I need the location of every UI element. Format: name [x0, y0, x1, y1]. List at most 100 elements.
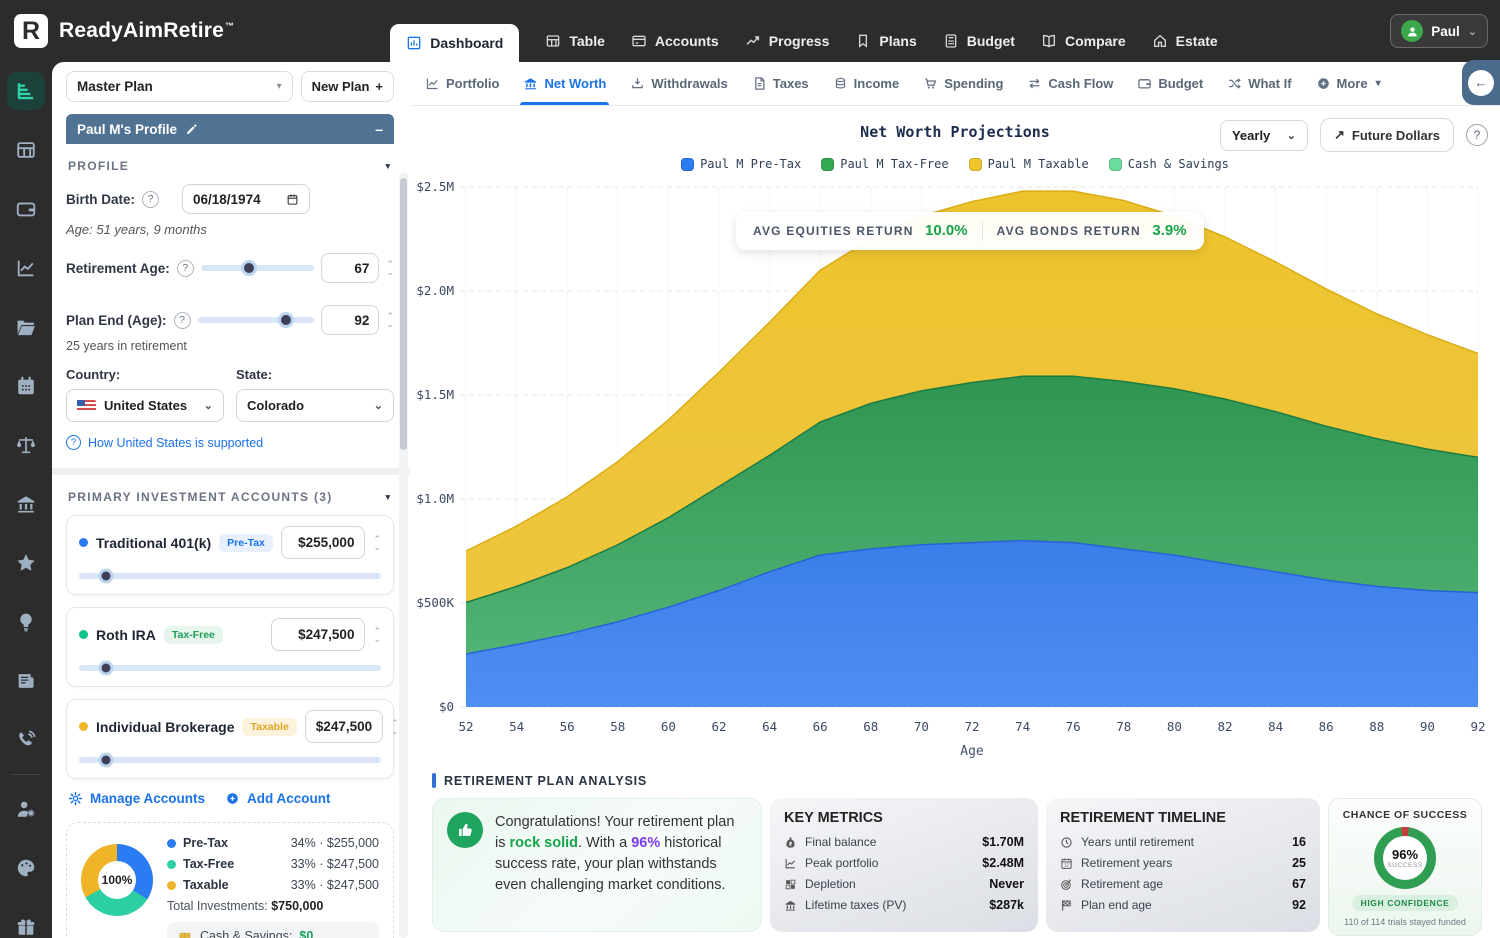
subnav-item[interactable]: Income [833, 62, 900, 105]
nav-tab[interactable]: Plans [855, 33, 916, 49]
section-caret-icon[interactable]: ▼ [384, 492, 392, 502]
plan-end-input[interactable]: 92 [321, 305, 379, 335]
subnav-item[interactable]: Spending [923, 62, 1003, 105]
stepper[interactable]: ⌃⌄ [373, 627, 381, 643]
subnav-item-icon [425, 76, 440, 91]
slider-thumb[interactable] [99, 569, 114, 584]
metric-row: Plan end age 92 [1060, 898, 1306, 912]
subnav-item[interactable]: Budget [1137, 62, 1203, 105]
account-value-input[interactable]: $255,000 [281, 526, 366, 559]
period-select[interactable]: Yearly ⌄ [1220, 120, 1308, 151]
user-menu-button[interactable]: Paul ⌄ [1390, 14, 1488, 48]
subnav-item[interactable]: What If [1227, 62, 1291, 105]
help-icon[interactable]: ? [1466, 124, 1488, 146]
plan-end-slider[interactable] [198, 317, 315, 323]
rail-item-tips[interactable] [7, 603, 45, 641]
svg-text:$2.5M: $2.5M [416, 179, 454, 194]
chevron-down-icon[interactable]: ⌄ [386, 268, 394, 276]
slider-thumb[interactable] [99, 753, 114, 768]
profile-section-title: PROFILE [68, 159, 129, 173]
nav-tab[interactable]: Table [545, 33, 605, 49]
chart-legend-item[interactable]: Cash & Savings [1109, 157, 1229, 171]
chevron-down-icon[interactable]: ⌄ [373, 543, 381, 551]
nav-tab[interactable]: Estate [1152, 33, 1218, 49]
new-plan-button[interactable]: New Plan + [301, 71, 394, 102]
rail-item-legal[interactable] [7, 426, 45, 464]
subnav-item[interactable]: Taxes [752, 62, 809, 105]
rail-item-table[interactable] [7, 131, 45, 169]
chart-legend-item[interactable]: Paul M Taxable [969, 157, 1089, 171]
top-header: R ReadyAimRetire™ Dashboard Table Accoun… [0, 0, 1500, 62]
account-slider[interactable] [79, 665, 381, 671]
stepper[interactable]: ⌃⌄ [386, 312, 394, 328]
stepper[interactable]: ⌃⌄ [373, 535, 381, 551]
net-worth-area-chart[interactable]: $0$500K$1.0M$1.5M$2.0M$2.5M5254565860626… [412, 177, 1498, 763]
help-icon[interactable]: ? [177, 260, 194, 277]
subnav-item[interactable]: Portfolio [425, 62, 499, 105]
birth-date-input[interactable]: 06/18/1974 [182, 184, 310, 214]
stepper[interactable]: ⌃⌄ [391, 719, 399, 735]
subnav-item[interactable]: Net Worth [523, 62, 606, 105]
edit-pencil-icon[interactable] [185, 123, 198, 136]
add-account-link[interactable]: Add Account [225, 791, 331, 806]
country-support-link[interactable]: ? How United States is supported [66, 435, 394, 450]
subnav-item-more[interactable]: More ▾ [1316, 62, 1381, 105]
rail-item-performance[interactable] [7, 249, 45, 287]
nav-tab[interactable]: Budget [943, 33, 1015, 49]
back-arrow-icon: ← [1468, 70, 1494, 96]
help-icon[interactable]: ? [174, 312, 191, 329]
chart-legend-item[interactable]: Paul M Pre-Tax [681, 157, 801, 171]
country-select[interactable]: United States ⌄ [66, 389, 224, 422]
svg-text:88: 88 [1369, 719, 1384, 734]
slider-thumb[interactable] [278, 312, 294, 328]
legend-detail: 33% · $247,500 [291, 878, 379, 892]
chevron-down-icon[interactable]: ⌄ [386, 320, 394, 328]
account-value-input[interactable]: $247,500 [305, 710, 383, 743]
chart-legend-item[interactable]: Paul M Tax-Free [821, 157, 948, 171]
account-value-input[interactable]: $247,500 [271, 618, 365, 651]
nav-tab[interactable]: Dashboard [390, 24, 519, 62]
cash-savings-label: Cash & Savings: [200, 929, 292, 938]
slider-thumb[interactable] [241, 260, 257, 276]
plan-select[interactable]: Master Plan ▾ [66, 71, 293, 102]
section-caret-icon[interactable]: ▼ [384, 161, 392, 171]
rail-item-appearance[interactable] [7, 849, 45, 887]
rail-item-calendar[interactable] [7, 367, 45, 405]
rail-item-wallet[interactable] [7, 190, 45, 228]
retirement-age-slider[interactable] [201, 265, 315, 271]
help-icon: ? [66, 435, 81, 450]
rail-item-dashboard[interactable] [7, 72, 45, 110]
rail-item-favorites[interactable] [7, 544, 45, 582]
nav-tab[interactable]: Compare [1041, 33, 1126, 49]
help-icon[interactable]: ? [142, 191, 159, 208]
profile-card-header[interactable]: Paul M's Profile – [66, 114, 394, 144]
scrollbar-thumb[interactable] [400, 178, 407, 450]
account-name: Traditional 401(k) [96, 535, 211, 551]
rail-item-rewards[interactable] [7, 908, 45, 938]
future-dollars-button[interactable]: ↗ Future Dollars [1320, 118, 1454, 152]
rail-item-contact[interactable] [7, 721, 45, 759]
panel-scrollbar[interactable] [399, 172, 408, 938]
nav-tab[interactable]: Accounts [631, 33, 719, 49]
rail-item-account-settings[interactable] [7, 790, 45, 828]
manage-accounts-link[interactable]: Manage Accounts [68, 791, 205, 806]
stepper[interactable]: ⌃⌄ [386, 260, 394, 276]
app-window: R ReadyAimRetire™ Dashboard Table Accoun… [0, 0, 1500, 938]
rail-item-files[interactable] [7, 308, 45, 346]
rail-item-news[interactable] [7, 662, 45, 700]
subnav-item[interactable]: Withdrawals [630, 62, 727, 105]
subnav-item[interactable]: Cash Flow [1027, 62, 1113, 105]
retirement-age-input[interactable]: 67 [321, 253, 379, 283]
chevron-down-icon[interactable]: ⌄ [391, 727, 399, 735]
rail-item-institutions[interactable] [7, 485, 45, 523]
collapse-minus-icon[interactable]: – [375, 121, 383, 137]
subnav-item-icon [523, 76, 538, 91]
chevron-down-icon[interactable]: ⌄ [373, 635, 381, 643]
account-slider[interactable] [79, 757, 381, 763]
account-slider[interactable] [79, 573, 381, 579]
panel-collapse-button[interactable]: ← [1462, 60, 1500, 105]
state-select[interactable]: Colorado ⌄ [236, 389, 394, 422]
nav-tab[interactable]: Progress [745, 33, 830, 49]
person-icon [1406, 25, 1419, 38]
slider-thumb[interactable] [99, 661, 114, 676]
